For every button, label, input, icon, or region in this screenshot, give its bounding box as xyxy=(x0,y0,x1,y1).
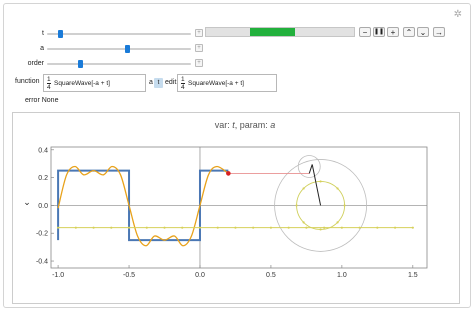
dotted-reference-point xyxy=(198,226,202,229)
x-tick-label: -0.5 xyxy=(123,272,135,279)
dotted-reference-point xyxy=(127,226,131,229)
epicycle-inner-point xyxy=(302,221,305,224)
function-numerator: 1 xyxy=(47,76,51,83)
y-tick-label: 0.0 xyxy=(38,203,48,210)
epicycle-small-circle xyxy=(297,155,321,178)
dotted-reference-point xyxy=(287,226,290,229)
epicycle-inner-point xyxy=(336,221,339,224)
dotted-reference-point xyxy=(74,226,77,229)
a-slider-thumb[interactable] xyxy=(124,45,130,53)
plot-panel: var: t, param: a ⌄ -1.0 -0.5 0.0 0.5 1.0 1.5 0… xyxy=(12,112,460,304)
current-value-point xyxy=(226,171,231,176)
function-denominator: 4 xyxy=(47,83,51,91)
order-slider[interactable] xyxy=(47,60,191,68)
y-tick-label: 0.2 xyxy=(38,175,48,182)
function-fraction: 1 4 xyxy=(47,76,51,91)
dotted-reference-point xyxy=(110,226,113,229)
edit-numerator: 1 xyxy=(181,76,185,83)
dotted-reference-point xyxy=(181,226,184,229)
function-input[interactable]: 1 4 SquareWave[-a + t] xyxy=(43,74,146,92)
dotted-reference-point xyxy=(163,226,166,229)
dotted-reference-point xyxy=(376,226,379,229)
t-slider-thumb[interactable] xyxy=(58,30,64,38)
dotted-reference-point xyxy=(305,226,308,229)
edit-input[interactable]: 1 4 SquareWave[-a + t] xyxy=(177,74,277,92)
dotted-reference-point xyxy=(323,226,326,229)
function-label: function xyxy=(15,78,40,85)
fourier-plot: var: t, param: a ⌄ -1.0 -0.5 0.0 0.5 1.0 1.5 0… xyxy=(23,120,428,279)
a-param-label: a xyxy=(149,79,153,86)
dotted-reference-point xyxy=(234,226,237,229)
pause-button[interactable]: ❚❚ xyxy=(373,27,385,37)
dotted-reference-point xyxy=(216,226,219,229)
x-tick-label: 0.5 xyxy=(266,272,276,279)
epicycle-inner-point xyxy=(302,187,305,190)
epicycle-inner-point xyxy=(319,228,322,231)
epicycle-inner-point xyxy=(295,204,298,207)
edit-fraction: 1 4 xyxy=(181,76,185,91)
function-expression: SquareWave[-a + t] xyxy=(54,80,110,87)
edit-denominator: 4 xyxy=(181,83,185,91)
t-variable-button[interactable]: t xyxy=(154,78,163,88)
order-slider-thumb[interactable] xyxy=(77,60,83,68)
epicycle-inner-point xyxy=(336,187,339,190)
step-forward-button[interactable]: + xyxy=(387,27,399,37)
t-slider-expand-icon[interactable]: + xyxy=(195,29,203,37)
epicycle-inner-point xyxy=(319,180,322,183)
plot-frame xyxy=(50,146,428,269)
dotted-reference-point xyxy=(340,226,343,229)
y-tick-label: -0.4 xyxy=(36,259,48,266)
epicycle-arm-2 xyxy=(308,164,313,174)
t-slider[interactable] xyxy=(47,30,191,38)
dotted-reference-point xyxy=(358,226,361,229)
step-back-button[interactable]: − xyxy=(359,27,371,37)
gear-icon[interactable]: ✲ xyxy=(454,10,462,20)
error-status: error None xyxy=(25,97,59,104)
x-tick-label: 0.0 xyxy=(195,272,205,279)
x-tick-label: -1.0 xyxy=(52,272,64,279)
dotted-reference-point xyxy=(269,226,273,229)
dotted-reference-point xyxy=(252,226,255,229)
dotted-reference-point xyxy=(411,226,414,229)
dotted-reference-point xyxy=(56,226,60,229)
side-label: ⌄ xyxy=(23,197,31,207)
a-slider[interactable] xyxy=(47,45,191,53)
order-slider-expand-icon[interactable]: + xyxy=(195,59,203,67)
faster-button[interactable]: ⌃ xyxy=(403,27,415,37)
dotted-reference-point xyxy=(145,226,148,229)
y-tick-label: 0.4 xyxy=(38,147,48,154)
x-tick-label: 1.5 xyxy=(408,272,418,279)
plot-title: var: t, param: a xyxy=(215,120,276,130)
dotted-reference-point xyxy=(393,226,397,229)
edit-expression: SquareWave[-a + t] xyxy=(188,80,244,87)
order-slider-label: order xyxy=(27,60,44,67)
dotted-reference-point xyxy=(92,226,95,229)
animation-progress-bar[interactable] xyxy=(205,27,355,37)
slower-button[interactable]: ⌄ xyxy=(417,27,429,37)
direction-button[interactable]: → xyxy=(433,27,445,37)
x-tick-label: 1.0 xyxy=(337,272,347,279)
a-slider-label: a xyxy=(40,45,44,52)
t-slider-label: t xyxy=(42,30,44,37)
a-slider-expand-icon[interactable]: + xyxy=(195,44,203,52)
fourier-approximation-line xyxy=(57,165,229,247)
animation-progress-fill xyxy=(250,28,295,36)
epicycle-inner-point xyxy=(343,204,346,207)
y-tick-label: -0.2 xyxy=(36,231,48,238)
